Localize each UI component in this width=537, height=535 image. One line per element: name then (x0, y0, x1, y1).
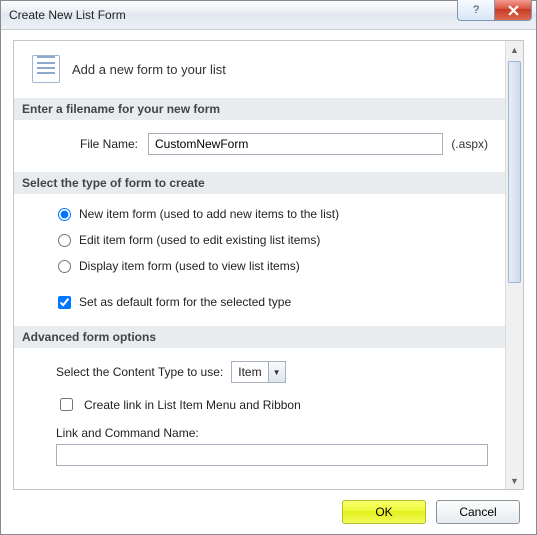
window-buttons: ? (457, 0, 532, 21)
scroll-thumb[interactable] (508, 61, 521, 283)
dialog-window: Create New List Form ? Add a new form to… (0, 0, 537, 535)
cancel-button[interactable]: Cancel (436, 500, 520, 524)
radio-display-item-label: Display item form (used to view list ite… (79, 259, 300, 273)
formtype-options: New item form (used to add new items to … (58, 207, 488, 309)
checkbox-create-link[interactable]: Create link in List Item Menu and Ribbon (56, 395, 488, 414)
dialog-footer: OK Cancel (13, 490, 524, 524)
checkbox-create-link-label: Create link in List Item Menu and Ribbon (84, 398, 301, 412)
content-panel: Add a new form to your list Enter a file… (13, 40, 524, 490)
chevron-down-icon: ▼ (268, 362, 285, 382)
dialog-body: Add a new form to your list Enter a file… (1, 30, 536, 534)
command-name-input[interactable] (56, 444, 488, 466)
title-bar: Create New List Form ? (1, 1, 536, 30)
form-icon (32, 55, 60, 83)
command-name-row: Link and Command Name: (56, 426, 488, 466)
radio-edit-item-label: Edit item form (used to edit existing li… (79, 233, 320, 247)
content-type-row: Select the Content Type to use: Item ▼ (56, 361, 488, 383)
advanced-options: Select the Content Type to use: Item ▼ C… (56, 361, 488, 466)
radio-display-item[interactable]: Display item form (used to view list ite… (58, 259, 488, 273)
section-formtype: Select the type of form to create (14, 171, 506, 195)
scroll-down-icon[interactable]: ▼ (506, 472, 523, 489)
radio-edit-item-input[interactable] (58, 234, 71, 247)
section-filename: Enter a filename for your new form (14, 97, 506, 121)
radio-edit-item[interactable]: Edit item form (used to edit existing li… (58, 233, 488, 247)
close-button[interactable] (495, 0, 532, 21)
help-button[interactable]: ? (457, 0, 495, 21)
command-name-label: Link and Command Name: (56, 426, 199, 440)
dialog-header: Add a new form to your list (32, 55, 488, 83)
checkbox-create-link-input[interactable] (60, 398, 73, 411)
dialog-heading: Add a new form to your list (72, 62, 226, 77)
filename-input[interactable] (148, 133, 443, 155)
close-icon (508, 5, 519, 16)
filename-label: File Name: (58, 137, 138, 151)
content-type-label: Select the Content Type to use: (56, 365, 223, 379)
checkbox-set-default[interactable]: Set as default form for the selected typ… (58, 295, 488, 309)
checkbox-set-default-label: Set as default form for the selected typ… (79, 295, 291, 309)
vertical-scrollbar[interactable]: ▲ ▼ (505, 41, 523, 489)
radio-display-item-input[interactable] (58, 260, 71, 273)
scroll-area: Add a new form to your list Enter a file… (14, 41, 506, 489)
ok-button[interactable]: OK (342, 500, 426, 524)
content-type-value: Item (232, 365, 267, 379)
checkbox-set-default-input[interactable] (58, 296, 71, 309)
radio-new-item[interactable]: New item form (used to add new items to … (58, 207, 488, 221)
content-type-select[interactable]: Item ▼ (231, 361, 285, 383)
radio-new-item-input[interactable] (58, 208, 71, 221)
filename-ext: (.aspx) (451, 137, 488, 151)
filename-row: File Name: (.aspx) (58, 133, 488, 155)
radio-new-item-label: New item form (used to add new items to … (79, 207, 339, 221)
scroll-up-icon[interactable]: ▲ (506, 41, 523, 58)
section-advanced: Advanced form options (14, 325, 506, 349)
window-title: Create New List Form (9, 8, 126, 22)
